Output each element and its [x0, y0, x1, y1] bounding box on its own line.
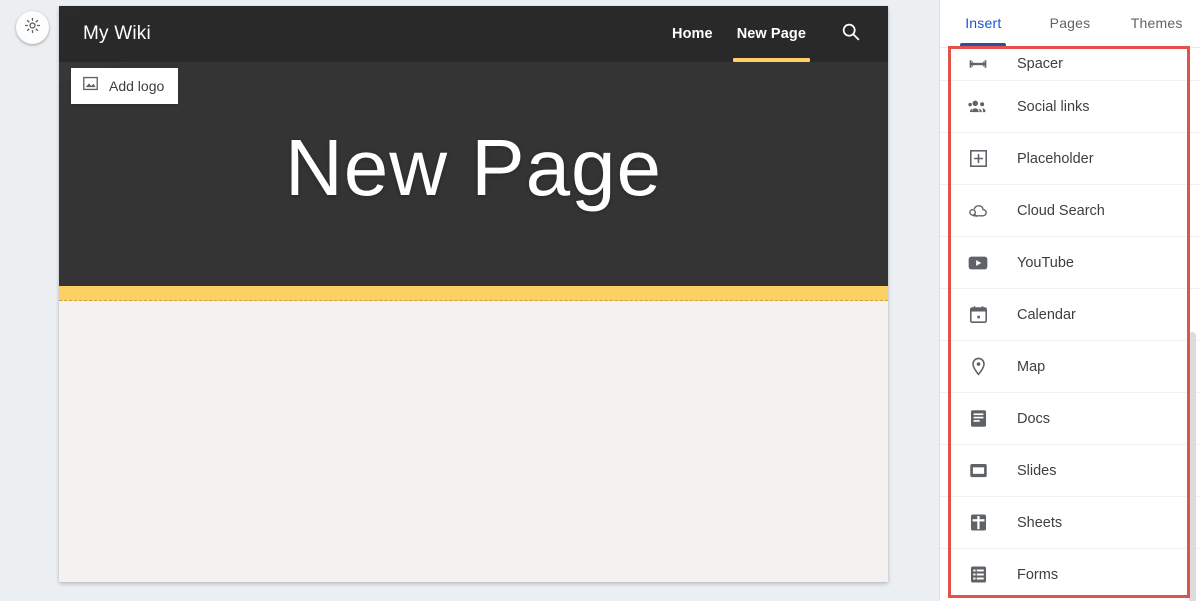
search-icon [840, 21, 861, 47]
tab-insert[interactable]: Insert [940, 0, 1027, 47]
insert-item-label: Docs [1017, 410, 1051, 427]
site-preview-canvas[interactable]: New Page My Wiki Home New Page Add logo [59, 6, 888, 582]
add-logo-label: Add logo [109, 78, 165, 94]
editor-canvas-area: New Page My Wiki Home New Page Add logo [0, 0, 940, 601]
banner-accent-band [59, 286, 888, 301]
spacer-icon [966, 52, 990, 76]
panel-tab-bar: Insert Pages Themes [940, 0, 1200, 48]
add-logo-button[interactable]: Add logo [71, 68, 179, 104]
insert-side-panel: Insert Pages Themes Spacer Social links … [939, 0, 1200, 601]
banner-page-title[interactable]: New Page [59, 128, 888, 208]
sheets-icon [966, 511, 990, 535]
social-links-icon [966, 95, 990, 119]
insert-item-label: Map [1017, 358, 1046, 375]
insert-item-spacer[interactable]: Spacer [940, 47, 1200, 80]
slides-icon [966, 459, 990, 483]
panel-scrollbar-track[interactable] [1188, 47, 1199, 601]
site-nav: Home New Page [660, 6, 888, 62]
map-pin-icon [966, 355, 990, 379]
tab-pages[interactable]: Pages [1027, 0, 1114, 47]
insert-item-label: Slides [1017, 462, 1057, 479]
insert-item-label: Social links [1017, 98, 1090, 115]
cloud-search-icon [966, 199, 990, 223]
site-name[interactable]: My Wiki [83, 23, 151, 45]
insert-item-slides[interactable]: Slides [940, 444, 1200, 496]
insert-item-docs[interactable]: Docs [940, 392, 1200, 444]
gear-icon [23, 16, 42, 40]
forms-icon [966, 563, 990, 587]
site-settings-button[interactable] [16, 11, 49, 44]
calendar-icon [966, 303, 990, 327]
insert-item-youtube[interactable]: YouTube [940, 236, 1200, 288]
placeholder-plus-icon [966, 147, 990, 171]
insert-item-label: Forms [1017, 566, 1059, 583]
nav-link-new-page[interactable]: New Page [725, 6, 818, 62]
insert-item-label: Calendar [1017, 306, 1076, 323]
section-divider-dashed [59, 300, 888, 301]
insert-item-label: Spacer [1017, 55, 1063, 72]
insert-item-cloud-search[interactable]: Cloud Search [940, 184, 1200, 236]
insert-item-sheets[interactable]: Sheets [940, 496, 1200, 548]
insert-item-label: Sheets [1017, 514, 1063, 531]
google-sites-editor: New Page My Wiki Home New Page Add logo … [0, 0, 1200, 601]
insert-item-label: Cloud Search [1017, 202, 1105, 219]
insert-item-map[interactable]: Map [940, 340, 1200, 392]
site-search-button[interactable] [830, 6, 870, 62]
insert-item-calendar[interactable]: Calendar [940, 288, 1200, 340]
insert-item-forms[interactable]: Forms [940, 548, 1200, 600]
panel-scrollbar-thumb[interactable] [1189, 332, 1196, 601]
tab-themes[interactable]: Themes [1113, 0, 1200, 47]
youtube-icon [966, 251, 990, 275]
insert-item-placeholder[interactable]: Placeholder [940, 132, 1200, 184]
insert-item-social-links[interactable]: Social links [940, 80, 1200, 132]
nav-link-home[interactable]: Home [660, 6, 725, 62]
docs-icon [966, 407, 990, 431]
insert-items-list[interactable]: Spacer Social links Placeholder Cloud Se… [940, 47, 1200, 601]
page-content-area[interactable] [59, 301, 888, 582]
image-icon [81, 74, 100, 98]
insert-item-label: YouTube [1017, 254, 1074, 271]
site-header-bar: My Wiki Home New Page [59, 6, 888, 62]
insert-item-label: Placeholder [1017, 150, 1094, 167]
